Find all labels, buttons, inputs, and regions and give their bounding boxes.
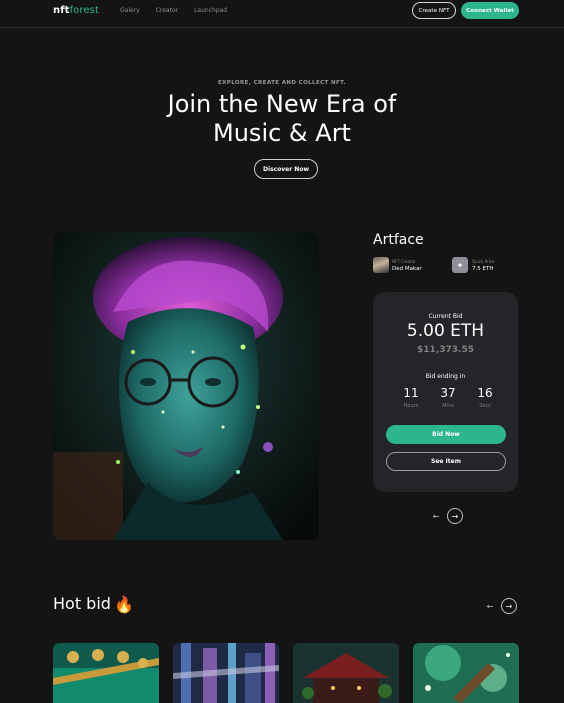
hot-bid-card[interactable] xyxy=(53,643,159,703)
diamond-icon: ✦ xyxy=(452,257,468,273)
top-nav: nftforest Galery Creator Launchpad Creat… xyxy=(0,0,564,28)
creator-role-label: NFT Creator xyxy=(392,259,416,264)
nav-link-galery[interactable]: Galery xyxy=(120,7,140,14)
timer-hours: 11 Hours xyxy=(403,386,419,409)
nav-link-creator[interactable]: Creator xyxy=(156,7,178,14)
arrow-left-icon[interactable]: ← xyxy=(428,508,444,524)
fire-icon: 🔥 xyxy=(113,595,134,614)
timer-mins: 37 Mins xyxy=(440,386,456,409)
quick-price-value: 7.5 ETH xyxy=(472,266,494,272)
connect-wallet-button[interactable]: Connect Wallet xyxy=(461,2,519,19)
see-item-button[interactable]: See Item xyxy=(386,452,506,471)
hot-bid-card[interactable] xyxy=(173,643,279,703)
arrow-right-icon[interactable]: → xyxy=(447,508,463,524)
logo[interactable]: nftforest xyxy=(53,5,99,16)
bid-now-button[interactable]: Bid Now xyxy=(386,425,506,444)
creator-avatar[interactable] xyxy=(373,257,389,273)
bid-card: Current Bid 5.00 ETH $11,373.55 Bid endi… xyxy=(373,292,518,492)
hero-title: Join the New Era of Music & Art xyxy=(167,90,397,147)
current-bid-eth: 5.00 ETH xyxy=(406,321,485,341)
hero-eyebrow: EXPLORE, CREATE AND COLLECT NFT. xyxy=(218,80,346,86)
current-bid-label: Current Bid xyxy=(428,313,463,320)
create-nft-button[interactable]: Create NFT xyxy=(412,2,456,19)
discover-now-button[interactable]: Discover Now xyxy=(254,159,318,179)
bid-ending-label: Bid ending in xyxy=(425,373,466,380)
hot-bid-card[interactable] xyxy=(413,643,519,703)
artwork-title: Artface xyxy=(373,232,424,248)
featured-artwork-image[interactable] xyxy=(53,232,319,540)
hot-bid-prev-icon[interactable]: ← xyxy=(482,598,498,614)
quick-price-label: Quick Price xyxy=(472,259,495,264)
creator-name[interactable]: Ded Makar xyxy=(392,266,422,272)
countdown-timer: 11 Hours 37 Mins 16 Secs xyxy=(400,386,496,409)
hot-bid-next-icon[interactable]: → xyxy=(501,598,517,614)
hot-bid-title: Hot bid 🔥 xyxy=(53,594,134,614)
nav-link-launchpad[interactable]: Launchpad xyxy=(194,7,227,14)
current-bid-usd: $11,373.55 xyxy=(417,345,474,355)
timer-secs: 16 Secs xyxy=(477,386,493,409)
nav-links: Galery Creator Launchpad xyxy=(120,7,227,14)
hot-bid-card[interactable] xyxy=(293,643,399,703)
